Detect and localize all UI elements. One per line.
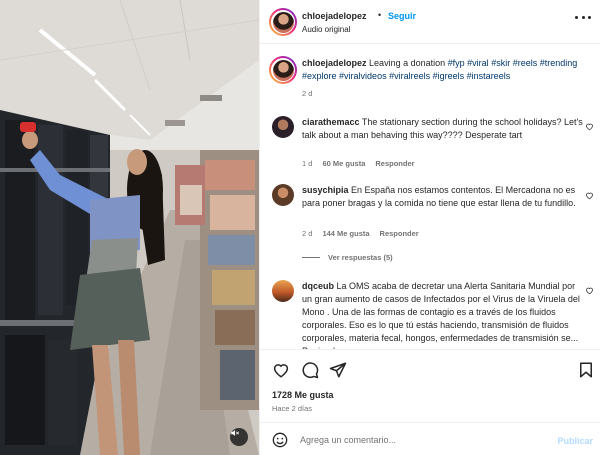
comment-meta: 1 d 60 Me gusta Responder <box>302 159 415 168</box>
author-username[interactable]: chloejadelopez <box>302 11 367 21</box>
comment-username[interactable]: ciarathemacc <box>302 117 360 127</box>
bookmark-icon[interactable] <box>577 361 595 379</box>
hashtag[interactable]: #viralvideos <box>339 71 387 81</box>
hashtag[interactable]: #viralreels <box>389 71 430 81</box>
hashtag[interactable]: #explore <box>302 71 337 81</box>
comment: ciarathemacc The stationary section duri… <box>302 116 587 142</box>
mute-button[interactable] <box>230 428 248 446</box>
caption-avatar[interactable] <box>269 56 297 84</box>
emoji-icon[interactable] <box>272 432 288 448</box>
post-panel: chloejadelopez • Seguir Audio original c… <box>259 0 600 455</box>
comment-like-heart-icon[interactable] <box>585 286 594 295</box>
share-icon[interactable] <box>329 361 347 379</box>
mute-icon <box>231 430 240 436</box>
comment-text: La OMS acaba de decretar una Alerta Sani… <box>302 281 580 349</box>
hashtag[interactable]: #viral <box>467 58 489 68</box>
comment-likes[interactable]: 60 Me gusta <box>322 159 365 168</box>
post-header: chloejadelopez • Seguir Audio original <box>260 0 600 44</box>
store-scene-image <box>0 0 259 455</box>
comment-bar: Publicar <box>260 422 600 455</box>
commenter-avatar[interactable] <box>272 280 294 302</box>
reply-button[interactable]: Responder <box>375 159 414 168</box>
separator-dot: • <box>378 10 382 20</box>
view-replies-label[interactable]: Ver respuestas (5) <box>328 253 393 262</box>
audio-label[interactable]: Audio original <box>302 25 350 34</box>
caption: chloejadelopez Leaving a donation #fyp #… <box>302 57 587 83</box>
comment-input[interactable] <box>300 431 540 449</box>
comment-like-heart-icon[interactable] <box>585 122 594 131</box>
comment-like-heart-icon[interactable] <box>585 191 594 200</box>
commenter-avatar[interactable] <box>272 116 294 138</box>
post-actions: 1728 Me gusta Hace 2 días Publicar <box>260 349 600 455</box>
comment-meta: 2 d 144 Me gusta Responder <box>302 229 419 238</box>
publish-button[interactable]: Publicar <box>557 436 593 446</box>
hashtag[interactable]: #skir <box>491 58 510 68</box>
reply-button[interactable]: Responder <box>380 229 419 238</box>
like-count[interactable]: 1728 Me gusta <box>272 390 334 400</box>
caption-username[interactable]: chloejadelopez <box>302 58 367 68</box>
caption-text: Leaving a donation <box>369 58 446 68</box>
comments-list[interactable]: chloejadelopez Leaving a donation #fyp #… <box>260 44 600 349</box>
comment-time: 1 d <box>302 159 313 168</box>
commenter-avatar[interactable] <box>272 184 294 206</box>
hashtag[interactable]: #igreels <box>433 71 465 81</box>
comment-likes[interactable]: 144 Me gusta <box>322 229 369 238</box>
comment: dqceub La OMS acaba de decretar una Aler… <box>302 280 587 349</box>
view-replies-button[interactable]: Ver respuestas (5) <box>302 253 393 262</box>
heart-icon[interactable] <box>272 361 290 379</box>
comment: susychipia En España nos estamos content… <box>302 184 587 210</box>
author-avatar[interactable] <box>269 8 297 36</box>
hashtag[interactable]: #trending <box>540 58 578 68</box>
hashtag[interactable]: #reels <box>513 58 538 68</box>
caption-time: 2 d <box>302 89 313 98</box>
post-date[interactable]: Hace 2 días <box>272 404 312 413</box>
replies-line <box>302 257 320 258</box>
comment-username[interactable]: susychipia <box>302 185 349 195</box>
comment-username[interactable]: dqceub <box>302 281 334 291</box>
comment-icon[interactable] <box>301 361 319 379</box>
follow-button[interactable]: Seguir <box>388 11 416 21</box>
hashtag[interactable]: #instareels <box>467 71 511 81</box>
reel-video[interactable] <box>0 0 259 455</box>
more-options-icon[interactable] <box>575 12 591 22</box>
hashtag[interactable]: #fyp <box>448 58 465 68</box>
comment-time: 2 d <box>302 229 313 238</box>
